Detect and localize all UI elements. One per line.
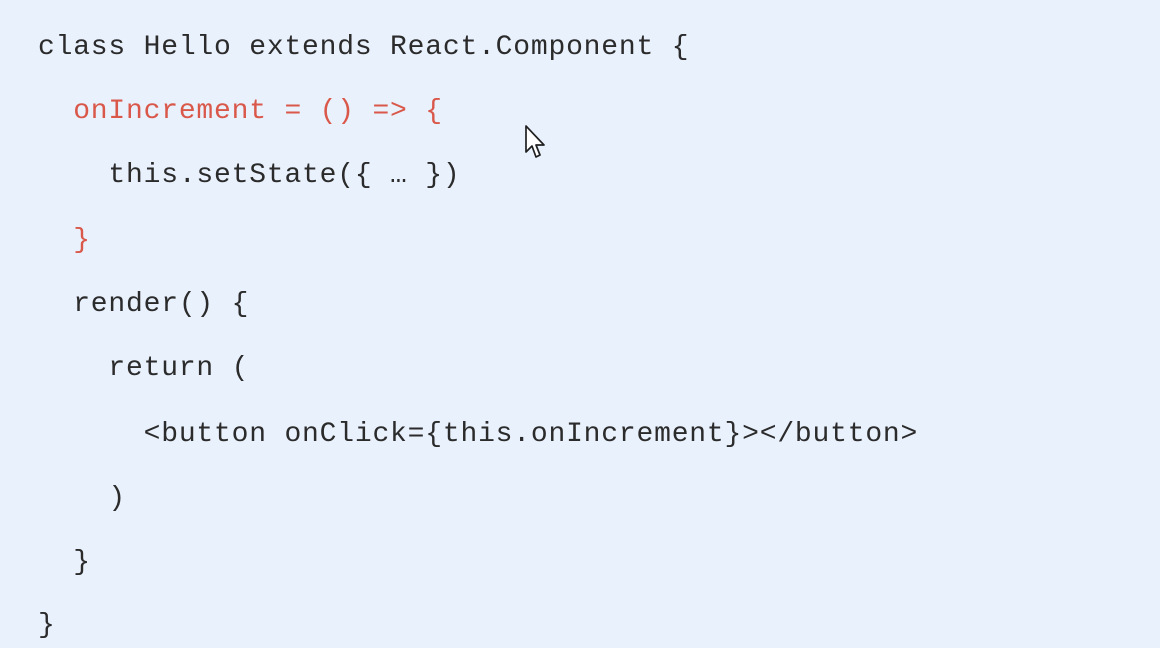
code-line-class-close: } <box>38 610 56 641</box>
code-line-return-open: return ( <box>38 353 250 384</box>
arrow-pointer-icon <box>525 125 545 158</box>
code-panel: class Hello extends React.Component { on… <box>0 0 1160 648</box>
code-line-return-close: ) <box>38 483 127 514</box>
code-line-render-declaration: render() { <box>38 289 250 320</box>
code-line-class-declaration: class Hello extends React.Component { <box>38 32 690 63</box>
code-line-render-close: } <box>38 547 91 578</box>
code-line-button-jsx: <button onClick={this.onIncrement}></but… <box>38 419 919 450</box>
code-line-on-increment-declaration: onIncrement = () => { <box>38 96 443 127</box>
code-line-set-state: this.setState({ … }) <box>38 160 461 191</box>
code-line-on-increment-close: } <box>38 225 91 256</box>
